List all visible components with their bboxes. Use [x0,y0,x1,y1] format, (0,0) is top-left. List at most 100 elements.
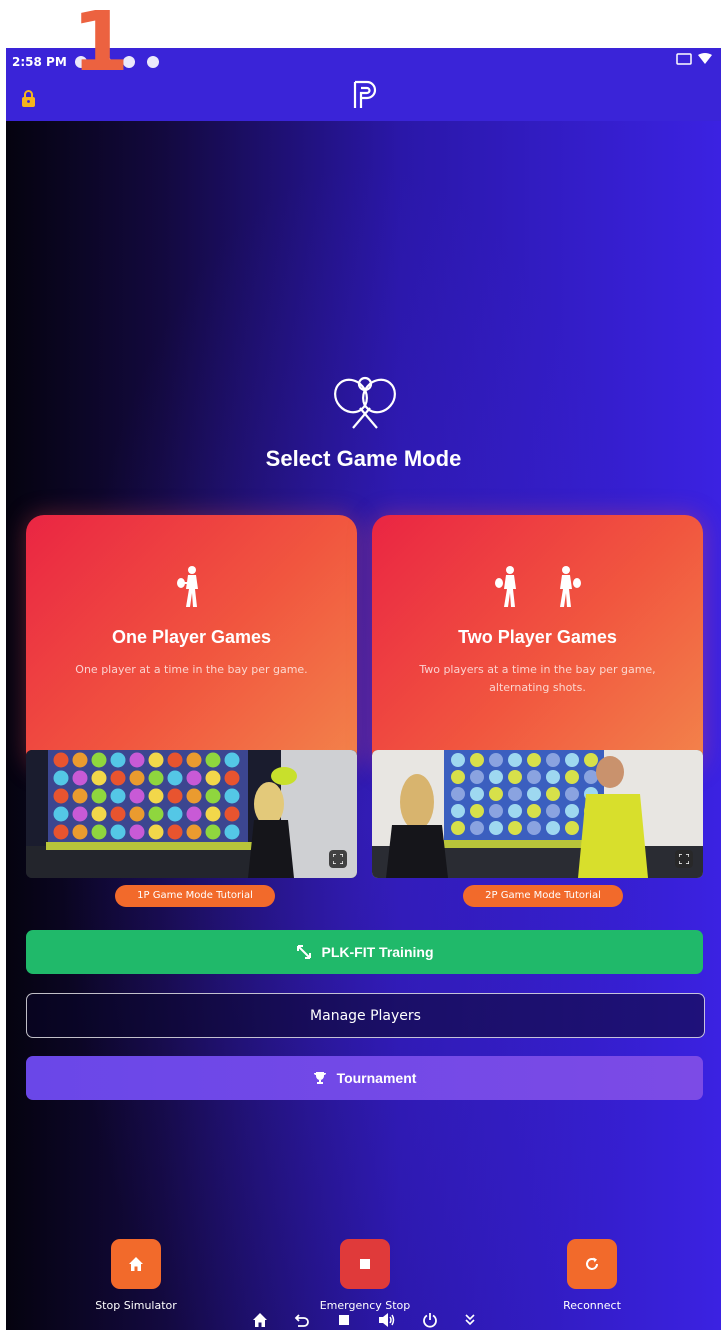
reconnect-button[interactable] [567,1239,617,1289]
wall-ball [186,788,202,804]
game-wall-photo [372,750,703,878]
wall-ball [205,752,221,768]
wall-ball [110,806,126,822]
home-icon [129,1257,143,1271]
wall-ball [53,824,69,840]
nav-back-icon[interactable] [294,1312,310,1328]
wall-ball [110,788,126,804]
game-wall-photo [26,750,357,878]
wall-ball [167,788,183,804]
wall-ball [470,753,484,767]
wall-ball [527,770,541,784]
two-player-games-card[interactable]: Two Player Games Two players at a time i… [372,515,703,770]
wall-ball [546,787,560,801]
nav-power-icon[interactable] [422,1312,438,1328]
status-right [676,53,712,65]
tablet-screen: 2:58 PM Select Game Mode One Player Game… [6,48,721,1330]
wall-ball [224,752,240,768]
wall-ball [148,788,164,804]
wall-ball [527,821,541,835]
plk-fit-training-label: PLK-FIT Training [321,944,434,960]
one-player-tutorial-button[interactable]: 1P Game Mode Tutorial [115,885,275,907]
stop-simulator-button[interactable] [111,1239,161,1289]
two-player-tutorial-video[interactable] [372,750,703,878]
wall-ball [91,806,107,822]
nav-recents-icon[interactable] [336,1312,352,1328]
wall-ball [224,788,240,804]
wall-ball [129,752,145,768]
wall-ball [508,821,522,835]
wall-ball [186,806,202,822]
wall-ball [72,824,88,840]
shield-icon [146,56,159,68]
emergency-stop-button[interactable] [340,1239,390,1289]
wifi-icon [698,53,712,64]
wall-ball [527,787,541,801]
wall-ball [72,770,88,786]
wall-ball [53,752,69,768]
wall-ball [565,753,579,767]
nav-home-icon[interactable] [252,1312,268,1328]
wall-ball [72,806,88,822]
lock-icon[interactable] [22,90,35,107]
fullscreen-icon[interactable] [675,850,693,868]
wall-ball [224,824,240,840]
wall-ball [565,787,579,801]
wall-ball [167,770,183,786]
nav-volume-icon[interactable] [378,1312,396,1328]
manage-players-button[interactable]: Manage Players [26,993,705,1038]
trophy-icon [313,1072,326,1084]
wall-ball [451,770,465,784]
step-number-annotation: 1 [72,0,130,90]
cast-icon [676,53,692,65]
wall-ball [72,752,88,768]
wall-ball [224,770,240,786]
wall-ball [451,804,465,818]
wall-ball [91,788,107,804]
wall-ball [91,752,107,768]
wall-ball [148,770,164,786]
wall-ball [186,752,202,768]
wall-ball [508,787,522,801]
wall-ball [224,806,240,822]
wall-ball [489,821,503,835]
wall-ball [110,752,126,768]
nav-collapse-icon[interactable] [464,1313,476,1327]
wall-ball [470,787,484,801]
pickleball-paddles-icon [334,376,396,429]
two-player-tutorial-button[interactable]: 2P Game Mode Tutorial [463,885,623,907]
wall-ball [451,787,465,801]
player-figure-icon [26,565,357,613]
tournament-button[interactable]: Tournament [26,1056,703,1100]
wall-ball [129,806,145,822]
one-player-games-card[interactable]: One Player Games One player at a time in… [26,515,357,770]
manage-players-label: Manage Players [310,1007,421,1024]
brand-logo-icon [353,80,377,108]
wall-ball [584,770,598,784]
wall-ball [148,806,164,822]
two-players-figure-icon [372,565,703,613]
card-title: One Player Games [111,627,272,647]
card-title: Two Player Games [458,627,617,647]
wall-ball [53,806,69,822]
wall-ball [186,770,202,786]
expand-arrows-icon [296,945,311,959]
wall-ball [470,804,484,818]
wall-ball [148,752,164,768]
one-player-tutorial-video[interactable] [26,750,357,878]
wall-ball [186,824,202,840]
fullscreen-icon[interactable] [329,850,347,868]
wall-ball [53,770,69,786]
wall-ball [167,806,183,822]
wall-ball [53,788,69,804]
wall-ball [508,770,522,784]
stop-icon [360,1259,370,1269]
wall-ball [508,753,522,767]
wall-ball [72,788,88,804]
wall-ball [489,804,503,818]
wall-ball [565,821,579,835]
wall-ball [546,753,560,767]
plk-fit-training-button[interactable]: PLK-FIT Training [26,930,703,974]
card-description: Two players at a time in the bay per gam… [419,663,656,694]
wall-ball [489,787,503,801]
